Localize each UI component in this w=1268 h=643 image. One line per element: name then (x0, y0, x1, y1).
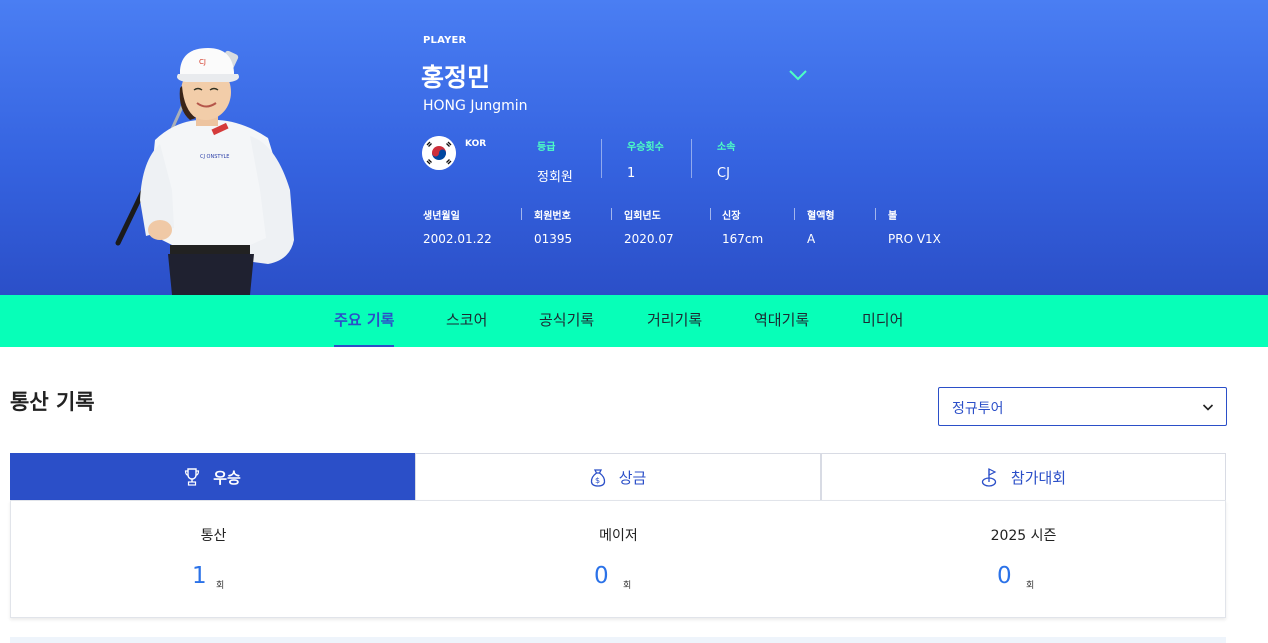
next-section-edge (10, 637, 1226, 643)
stat-label: 통산 (200, 528, 227, 544)
info-value: 167cm (722, 232, 764, 246)
stat-value: 정회원 (537, 170, 573, 185)
info-member-number: 회원번호 01395 (534, 207, 572, 246)
tab-prize-money-label: 상금 (618, 468, 647, 487)
stat-total-wins: 통산 1 회 (11, 501, 416, 619)
golf-flag-icon (981, 467, 997, 487)
stat-number: 0 (997, 563, 1012, 589)
info-label: 생년월일 (423, 211, 460, 222)
stat-number: 1 (192, 563, 207, 589)
divider (875, 208, 876, 220)
record-category-tabs: 우승 $ 상금 참가대회 (10, 453, 1226, 501)
info-value: 2020.07 (624, 232, 674, 246)
korea-flag-icon (422, 136, 456, 170)
player-name-english: HONG Jungmin (423, 98, 528, 114)
chevron-down-icon[interactable] (788, 68, 808, 82)
tab-official-records[interactable]: 공식기록 (539, 295, 594, 347)
stat-number: 0 (594, 563, 609, 589)
divider (691, 139, 692, 178)
stat-major-wins: 메이저 0 회 (416, 501, 821, 619)
divider (710, 208, 711, 220)
player-photo: CJ CJ ONSTYLE (115, 48, 294, 295)
tab-tournaments-label: 참가대회 (1010, 468, 1067, 487)
stat-label: 우승횟수 (627, 142, 664, 153)
stat-unit: 회 (623, 581, 632, 591)
nationality-code: KOR (465, 139, 487, 149)
section-tab-bar: 주요 기록 스코어 공식기록 거리기록 역대기록 미디어 (0, 295, 1268, 347)
tour-select-value: 정규투어 (952, 401, 1004, 417)
tab-media[interactable]: 미디어 (862, 295, 903, 347)
player-eyebrow: PLAYER (423, 35, 467, 46)
divider (521, 208, 522, 220)
stat-label: 소속 (717, 142, 736, 153)
info-value: 01395 (534, 232, 573, 246)
stat-membership: 등급 정회원 (537, 138, 573, 185)
divider (611, 208, 612, 220)
info-birthdate: 생년월일 2002.01.22 (423, 207, 492, 246)
stat-value: 1 (627, 166, 636, 181)
info-value: PRO V1X (888, 232, 941, 246)
stat-value: CJ (717, 166, 730, 181)
divider (794, 208, 795, 220)
svg-text:CJ ONSTYLE: CJ ONSTYLE (200, 154, 229, 160)
tab-wins[interactable]: 우승 (10, 453, 415, 501)
money-bag-icon: $ (590, 468, 605, 487)
svg-text:$: $ (595, 476, 600, 485)
tab-wins-label: 우승 (213, 468, 241, 487)
trophy-icon (185, 468, 200, 486)
player-name-korean: 홍정민 (421, 63, 491, 92)
stat-wins: 우승횟수 1 (627, 138, 664, 181)
info-label: 신장 (722, 211, 741, 222)
tab-history-records[interactable]: 역대기록 (754, 295, 809, 347)
tour-select[interactable]: 정규투어 (938, 387, 1227, 426)
svg-text:CJ: CJ (199, 58, 206, 66)
stat-label: 등급 (537, 142, 556, 153)
info-label: 회원번호 (534, 211, 571, 222)
stat-unit: 회 (1026, 581, 1035, 591)
info-blood-type: 혈액형 A (807, 207, 835, 246)
divider (601, 139, 602, 178)
stat-unit: 회 (216, 581, 225, 591)
info-ball: 볼 PRO V1X (888, 207, 941, 246)
tab-score[interactable]: 스코어 (446, 295, 487, 347)
info-label: 볼 (888, 211, 898, 222)
player-header: CJ CJ ONSTYLE PLAYER 홍정민 HONG Jungmin KO… (0, 0, 1268, 295)
info-height: 신장 167cm (722, 207, 763, 246)
tab-prize-money[interactable]: $ 상금 (415, 453, 821, 501)
info-label: 입회년도 (624, 211, 661, 222)
stat-label: 메이저 (599, 528, 638, 544)
stat-label: 2025 시즌 (990, 528, 1057, 544)
wins-stats-panel: 통산 1 회 메이저 0 회 2025 시즌 0 회 (10, 500, 1226, 618)
tab-main-records[interactable]: 주요 기록 (334, 295, 395, 347)
tab-distance-records[interactable]: 거리기록 (647, 295, 702, 347)
chevron-down-icon (1202, 404, 1214, 411)
stat-season-wins: 2025 시즌 0 회 (821, 501, 1226, 619)
tab-tournaments-entered[interactable]: 참가대회 (821, 453, 1226, 501)
section-title: 통산 기록 (10, 390, 95, 414)
info-value: 2002.01.22 (423, 232, 492, 246)
stat-affiliation: 소속 CJ (717, 138, 735, 181)
info-label: 혈액형 (807, 211, 835, 222)
info-value: A (807, 232, 816, 246)
info-join-date: 입회년도 2020.07 (624, 207, 674, 246)
